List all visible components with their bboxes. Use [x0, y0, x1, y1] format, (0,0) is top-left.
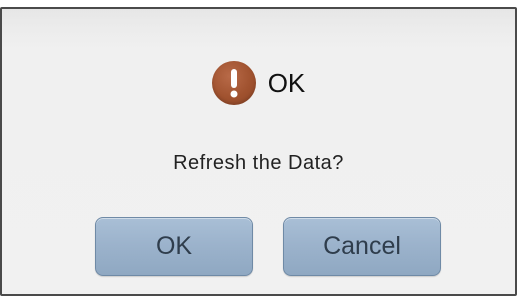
- exclamation-glyph: [230, 69, 238, 98]
- dialog-header: OK: [2, 60, 515, 106]
- confirm-dialog: OK Refresh the Data? OK Cancel: [0, 7, 517, 296]
- ok-button[interactable]: OK: [95, 217, 253, 276]
- ok-button-label: OK: [155, 232, 193, 260]
- cancel-button[interactable]: Cancel: [283, 217, 441, 276]
- dialog-message: Refresh the Data?: [173, 152, 344, 174]
- dialog-title: OK: [267, 68, 306, 98]
- exclamation-icon: [211, 61, 256, 105]
- cancel-button-label: Cancel: [323, 232, 401, 260]
